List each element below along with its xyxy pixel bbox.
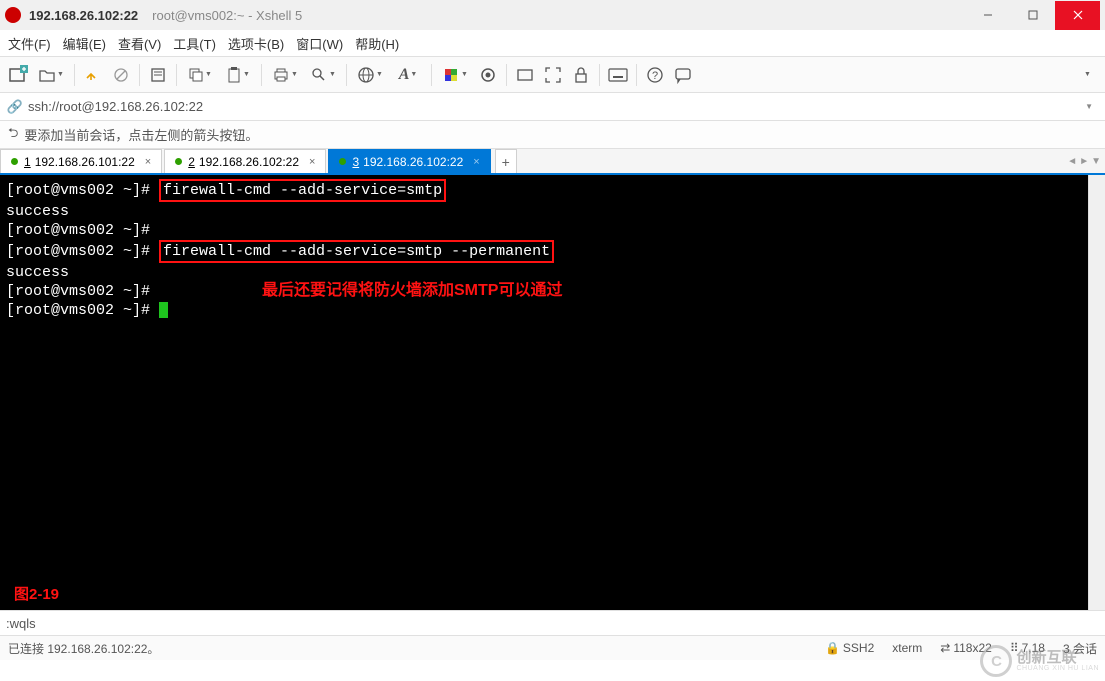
terminal-output: success: [6, 263, 1082, 282]
open-icon[interactable]: ▼: [34, 63, 68, 87]
toolbar: ▼ ▼ ▼ ▼ ▼ ▼ A▼ ▼ ? ▼: [0, 57, 1105, 93]
terminal-prompt: [root@vms002 ~]#: [6, 182, 159, 199]
new-session-icon[interactable]: [6, 63, 30, 87]
terminal-prompt-line: [root@vms002 ~]#: [6, 221, 1082, 240]
toolbar-separator: [636, 64, 637, 86]
toolbar-separator: [431, 64, 432, 86]
arrow-add-icon[interactable]: ⮌: [8, 124, 18, 146]
copy-icon[interactable]: ▼: [183, 63, 217, 87]
address-dropdown-icon[interactable]: ▼: [1081, 102, 1097, 111]
command-input-text: :wqls: [6, 616, 36, 631]
terminal[interactable]: [root@vms002 ~]# firewall-cmd --add-serv…: [0, 175, 1088, 610]
tab-status-dot: [339, 158, 346, 165]
tab-nav: ◄ ► ▼: [1067, 149, 1105, 173]
menu-file[interactable]: 文件(F): [8, 34, 51, 53]
toolbar-separator: [506, 64, 507, 86]
tab-status-dot: [11, 158, 18, 165]
menu-tabs[interactable]: 选项卡(B): [228, 34, 284, 53]
watermark-logo-icon: C: [980, 645, 1012, 677]
figure-label: 图2-19: [14, 585, 59, 604]
lock-icon[interactable]: [569, 63, 593, 87]
tab-2[interactable]: 2 192.168.26.102:22 ×: [164, 149, 326, 173]
terminal-prompt: [root@vms002 ~]#: [6, 243, 159, 260]
app-icon: [5, 7, 21, 23]
keyboard-icon[interactable]: [606, 63, 630, 87]
tab-add-button[interactable]: +: [495, 149, 517, 173]
toolbar-separator: [261, 64, 262, 86]
toolbar-separator: [176, 64, 177, 86]
watermark-subtext: CHUANG XIN HU LIAN: [1016, 665, 1099, 672]
disconnect-icon[interactable]: [109, 63, 133, 87]
watermark: C 创新互联 CHUANG XIN HU LIAN: [980, 645, 1099, 677]
tab-close-icon[interactable]: ×: [145, 156, 151, 168]
tab-num: 1: [24, 155, 31, 169]
terminal-scrollbar[interactable]: [1088, 175, 1105, 610]
watermark-text: 创新互联: [1016, 650, 1099, 665]
paste-icon[interactable]: ▼: [221, 63, 255, 87]
window-controls: [965, 1, 1100, 30]
annotation-text: 最后还要记得将防火墙添加SMTP可以通过: [262, 281, 562, 300]
info-bar: ⮌ 要添加当前会话，点击左侧的箭头按钮。: [0, 121, 1105, 149]
highlighted-cmd-1: firewall-cmd --add-service=smtp: [159, 179, 446, 202]
tab-status-dot: [175, 158, 182, 165]
link-icon: 🔗: [8, 100, 22, 114]
address-bar: 🔗 ssh://root@192.168.26.102:22 ▼: [0, 93, 1105, 121]
status-ssh: 🔒 SSH2: [825, 641, 874, 655]
close-button[interactable]: [1055, 1, 1100, 30]
tab-label: 192.168.26.102:22: [199, 155, 299, 169]
tab-close-icon[interactable]: ×: [473, 156, 479, 168]
properties-icon[interactable]: [146, 63, 170, 87]
toolbar-overflow-icon[interactable]: ▼: [1075, 63, 1099, 87]
tabbar: 1 192.168.26.101:22 × 2 192.168.26.102:2…: [0, 149, 1105, 175]
help-icon[interactable]: ?: [643, 63, 667, 87]
menubar: 文件(F) 编辑(E) 查看(V) 工具(T) 选项卡(B) 窗口(W) 帮助(…: [0, 30, 1105, 57]
fullscreen-icon[interactable]: [541, 63, 565, 87]
tab-label: 192.168.26.102:22: [363, 155, 463, 169]
highlighted-cmd-2: firewall-cmd --add-service=smtp --perman…: [159, 240, 554, 263]
terminal-icon[interactable]: [513, 63, 537, 87]
tab-label: 192.168.26.101:22: [35, 155, 135, 169]
toolbar-separator: [74, 64, 75, 86]
maximize-button[interactable]: [1010, 1, 1055, 30]
script-icon[interactable]: [476, 63, 500, 87]
tab-1[interactable]: 1 192.168.26.101:22 ×: [0, 149, 162, 173]
toolbar-separator: [139, 64, 140, 86]
toolbar-separator: [346, 64, 347, 86]
title-bold: 192.168.26.102:22: [29, 8, 138, 23]
tab-close-icon[interactable]: ×: [309, 156, 315, 168]
find-icon[interactable]: ▼: [306, 63, 340, 87]
toolbar-separator: [599, 64, 600, 86]
svg-text:?: ?: [652, 70, 658, 82]
tab-list-icon[interactable]: ▼: [1091, 156, 1101, 167]
address-text[interactable]: ssh://root@192.168.26.102:22: [28, 99, 1081, 114]
tab-prev-icon[interactable]: ◄: [1067, 156, 1077, 167]
command-input-row[interactable]: :wqls: [0, 610, 1105, 635]
menu-help[interactable]: 帮助(H): [355, 34, 399, 53]
statusbar: 已连接 192.168.26.102:22。 🔒 SSH2 xterm ⇄ 11…: [0, 635, 1105, 660]
menu-window[interactable]: 窗口(W): [296, 34, 343, 53]
tab-num: 3: [352, 155, 359, 169]
title-normal: root@vms002:~ - Xshell 5: [152, 8, 302, 23]
menu-tools[interactable]: 工具(T): [173, 34, 216, 53]
color-icon[interactable]: ▼: [438, 63, 472, 87]
terminal-prompt: [root@vms002 ~]#: [6, 302, 159, 319]
encoding-icon[interactable]: ▼: [353, 63, 387, 87]
chat-icon[interactable]: [671, 63, 695, 87]
print-icon[interactable]: ▼: [268, 63, 302, 87]
tab-3[interactable]: 3 192.168.26.102:22 ×: [328, 149, 490, 173]
terminal-output: success: [6, 202, 1082, 221]
font-icon[interactable]: A▼: [391, 63, 425, 87]
info-hint-text: 要添加当前会话，点击左侧的箭头按钮。: [24, 125, 258, 144]
tab-next-icon[interactable]: ►: [1079, 156, 1089, 167]
status-term: xterm: [892, 641, 922, 655]
titlebar: 192.168.26.102:22 root@vms002:~ - Xshell…: [0, 0, 1105, 30]
menu-edit[interactable]: 编辑(E): [63, 34, 106, 53]
menu-view[interactable]: 查看(V): [118, 34, 161, 53]
reconnect-icon[interactable]: [81, 63, 105, 87]
tab-num: 2: [188, 155, 195, 169]
minimize-button[interactable]: [965, 1, 1010, 30]
terminal-cursor: [159, 302, 168, 318]
status-connection: 已连接 192.168.26.102:22。: [8, 640, 807, 657]
